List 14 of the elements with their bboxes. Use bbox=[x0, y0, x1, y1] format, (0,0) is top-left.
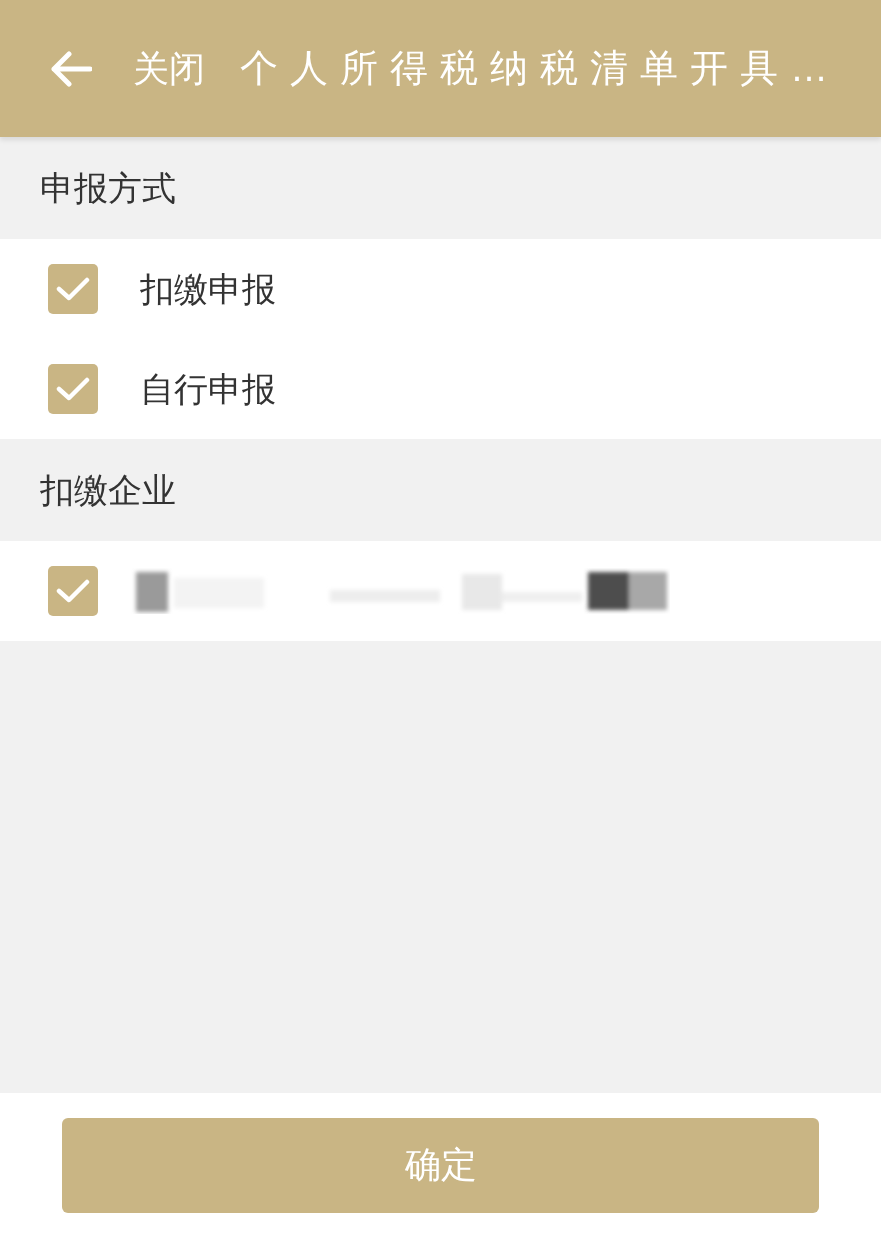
back-arrow-icon[interactable] bbox=[50, 50, 92, 87]
confirm-button[interactable]: 确定 bbox=[62, 1118, 819, 1213]
checkmark-icon bbox=[56, 376, 90, 402]
checkmark-icon bbox=[56, 276, 90, 302]
option-label: 扣缴申报 bbox=[140, 268, 276, 310]
checkbox[interactable] bbox=[48, 264, 98, 314]
option-label: 自行申报 bbox=[140, 368, 276, 410]
section-title: 申报方式 bbox=[40, 167, 176, 209]
section-title: 扣缴企业 bbox=[40, 469, 176, 511]
page-title: 个人所得税纳税清单开具… bbox=[240, 45, 840, 91]
checkmark-icon bbox=[56, 578, 90, 604]
close-button[interactable]: 关闭 bbox=[133, 46, 205, 91]
checkbox[interactable] bbox=[48, 364, 98, 414]
checkbox[interactable] bbox=[48, 566, 98, 616]
